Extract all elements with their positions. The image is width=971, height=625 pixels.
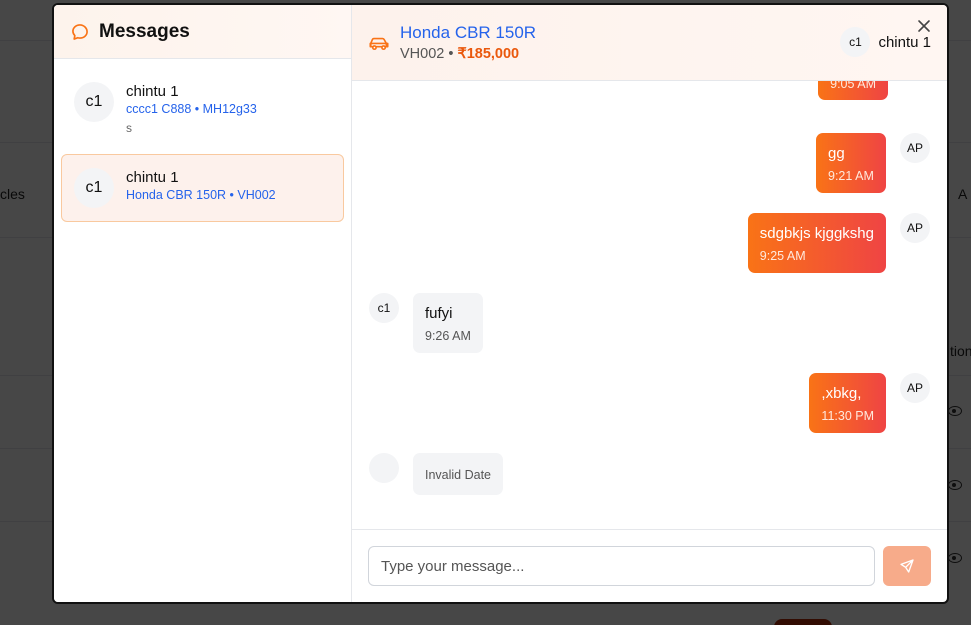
vehicle-meta: VH002 • ₹185,000 <box>400 46 536 62</box>
sidebar-header: Messages <box>54 5 351 59</box>
message-bubble: fufyi 9:26 AM <box>413 293 483 353</box>
avatar: AP <box>900 373 930 403</box>
avatar: c1 <box>840 27 871 57</box>
conversation-last-message: s <box>126 121 132 135</box>
chat-bubble-icon <box>72 23 88 40</box>
message-bubble: Invalid Date <box>413 453 504 495</box>
sidebar-title: Messages <box>99 20 190 42</box>
send-button[interactable] <box>883 546 931 586</box>
message-row: Invalid Date <box>369 453 930 495</box>
conversation-vehicle: Honda CBR 150R • VH002 <box>126 188 276 202</box>
vehicle-title[interactable]: Honda CBR 150R <box>400 23 536 43</box>
chat-header: Honda CBR 150R VH002 • ₹185,000 c1 chint… <box>352 5 947 81</box>
message-composer <box>352 529 947 602</box>
message-text: ,xbkg, <box>821 385 862 402</box>
conversation-sidebar: Messages c1 chintu 1 cccc1 C888 • MH12g3… <box>54 5 352 602</box>
meta-separator: • <box>448 46 454 62</box>
conversation-item[interactable]: c1 chintu 1 cccc1 C888 • MH12g33 s <box>61 67 344 146</box>
chat-panel: Honda CBR 150R VH002 • ₹185,000 c1 chint… <box>352 5 947 602</box>
message-input[interactable] <box>368 546 875 586</box>
conversation-vehicle: cccc1 C888 • MH12g33 <box>126 102 257 116</box>
message-text: gg <box>828 145 845 162</box>
send-icon <box>900 559 914 573</box>
message-bubble: ,xbkg, 11:30 PM <box>809 373 886 433</box>
conversation-name: chintu 1 <box>126 83 179 100</box>
message-text: fufyi <box>425 305 453 322</box>
avatar: c1 <box>369 293 399 323</box>
avatar: c1 <box>74 168 114 208</box>
conversation-info: chintu 1 Honda CBR 150R • VH002 <box>126 168 276 208</box>
message-bubble: 9:05 AM <box>818 81 888 100</box>
conversation-item-active[interactable]: c1 chintu 1 Honda CBR 150R • VH002 <box>61 154 344 222</box>
avatar: AP <box>900 213 930 243</box>
message-time: Invalid Date <box>425 468 492 482</box>
message-time: 9:05 AM <box>830 81 876 91</box>
vehicle-info: Honda CBR 150R VH002 • ₹185,000 <box>400 23 536 62</box>
messages-modal: Messages c1 chintu 1 cccc1 C888 • MH12g3… <box>52 3 949 604</box>
message-row: 9:05 AM <box>369 81 888 100</box>
conversation-list: c1 chintu 1 cccc1 C888 • MH12g33 s c1 ch… <box>54 59 351 230</box>
conversation-info: chintu 1 cccc1 C888 • MH12g33 s <box>126 82 257 135</box>
message-thread[interactable]: 9:05 AM gg 9:21 AM AP sdgbkjs kjggkshg 9… <box>352 81 947 529</box>
car-icon <box>369 37 389 50</box>
message-row: c1 fufyi 9:26 AM <box>369 293 930 353</box>
message-row: ,xbkg, 11:30 PM AP <box>369 373 930 433</box>
avatar <box>369 453 399 483</box>
message-row: gg 9:21 AM AP <box>369 133 930 193</box>
chat-partner-name: chintu 1 <box>878 33 931 51</box>
message-time: 9:21 AM <box>828 169 874 183</box>
message-time: 11:30 PM <box>821 409 874 423</box>
message-row: sdgbkjs kjggkshg 9:25 AM AP <box>369 213 930 273</box>
vehicle-price: ₹185,000 <box>457 46 520 62</box>
message-time: 9:25 AM <box>759 249 806 263</box>
avatar: c1 <box>74 82 114 122</box>
message-text: sdgbkjs kjggkshg <box>759 225 874 242</box>
avatar: AP <box>900 133 930 163</box>
conversation-name: chintu 1 <box>126 169 179 186</box>
message-bubble: gg 9:21 AM <box>816 133 886 193</box>
vehicle-code: VH002 <box>400 46 445 62</box>
message-time: 9:26 AM <box>425 329 471 343</box>
message-bubble: sdgbkjs kjggkshg 9:25 AM <box>747 213 886 273</box>
close-icon[interactable] <box>917 19 931 33</box>
